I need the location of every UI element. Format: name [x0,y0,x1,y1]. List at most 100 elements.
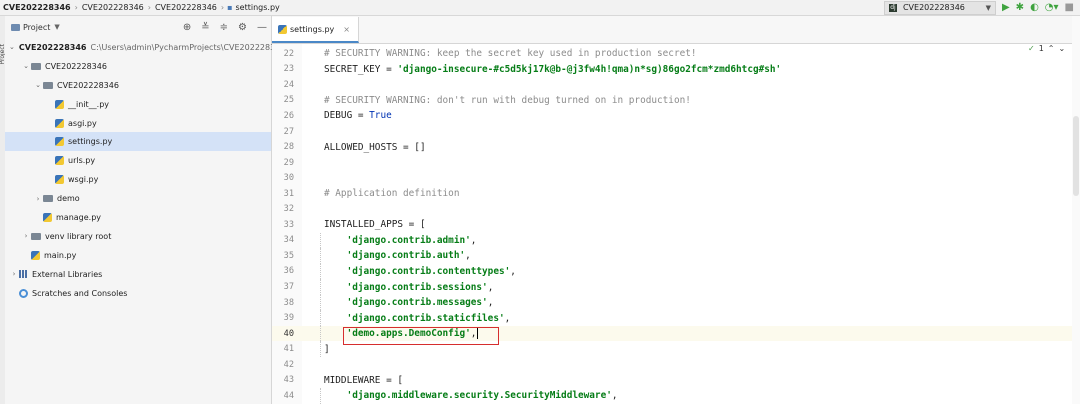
code-line[interactable]: 29 [272,155,1080,171]
chevron-down-icon[interactable]: ⌄ [9,43,15,51]
collapse-all-icon[interactable]: ≚ [201,22,209,33]
code-line[interactable]: 43 MIDDLEWARE = [ [272,373,1080,389]
minimize-icon[interactable]: — [257,22,267,33]
project-view-icon [11,23,20,31]
tree-item[interactable]: Scratches and Consoles [5,284,271,303]
expand-all-icon[interactable]: ≑ [220,22,228,33]
code-token: 'django.contrib.staticfiles' [346,312,505,324]
tree-item-label: __init__.py [68,99,110,109]
code-token: SECRET_KEY = [324,63,398,75]
indent-guide [320,310,321,326]
run-configuration-selector[interactable]: dj CVE202228346 ▼ [883,0,996,15]
python-file-icon [55,175,64,185]
line-number: 29 [283,157,294,168]
code-line[interactable]: 39 'django.contrib.staticfiles', [272,310,1080,326]
tree-item-label: settings.py [68,137,113,147]
python-file-icon [55,99,64,109]
tree-item[interactable]: __init__.py [5,95,271,114]
tree-item[interactable]: › venv library root [5,227,271,246]
tree-item[interactable]: ⌄ CVE202228346 [5,76,271,95]
code-line[interactable]: 33 INSTALLED_APPS = [ [272,217,1080,233]
chevron-right-icon: › [220,3,225,12]
code-line[interactable]: 25 # SECURITY WARNING: don't run with deb… [272,93,1080,109]
code-line[interactable]: 31 # Application definition [272,186,1080,202]
tree-item[interactable]: › External Libraries [5,265,271,284]
code-area[interactable]: ✓ 1 ⌃ ⌄ 22 # SECURITY WARNING: keep the s… [272,44,1080,404]
navigation-bar: CVE202228346 › CVE202228346 › CVE2022283… [0,0,1080,16]
chevron-down-icon[interactable]: ⌄ [21,62,31,70]
line-number: 22 [283,48,294,59]
locate-icon[interactable]: ⊕ [183,22,191,33]
debug-icon[interactable]: ✱ [1016,0,1024,16]
tab-settings[interactable]: settings.py × [272,17,359,43]
code-line[interactable]: 34 'django.contrib.admin', [272,232,1080,249]
code-line[interactable]: 24 [272,77,1080,93]
code-token: # Application definition [324,188,460,200]
code-line[interactable]: 36 'django.contrib.contenttypes', [272,263,1080,280]
chevron-right-icon[interactable]: › [33,195,43,203]
run-icon[interactable]: ▶ [1002,0,1010,16]
tree-item[interactable]: urls.py [5,151,271,170]
code-line[interactable]: 22 # SECURITY WARNING: keep the secret ke… [272,46,1080,62]
tree-item-label: venv library root [45,231,112,241]
scratches-icon [19,288,28,298]
code-token: INSTALLED_APPS = [ [324,219,426,231]
code-line[interactable]: 27 [272,124,1080,140]
gear-icon[interactable]: ⚙ [238,22,247,33]
code-line[interactable]: 32 [272,202,1080,218]
tree-item[interactable]: ⌄ CVE202228346 C:\Users\admin\PycharmProje… [5,38,285,57]
code-text: 'django.contrib.sessions', [324,282,494,293]
line-number: 37 [283,282,294,293]
code-line[interactable]: 35 'django.contrib.auth', [272,248,1080,264]
line-number: 23 [283,64,294,75]
code-token: # SECURITY WARNING: keep the secret key … [324,48,697,60]
chevron-right-icon[interactable]: › [9,270,19,278]
code-token: , [470,234,477,246]
code-line[interactable]: 42 [272,357,1080,373]
tree-item[interactable]: asgi.py [5,114,271,133]
code-line[interactable]: 23 SECRET_KEY = 'django-insecure-#c5d5kj1… [272,62,1080,78]
tree-item[interactable]: manage.py [5,208,271,227]
line-number: 38 [283,297,294,308]
project-view-title[interactable]: Project [23,23,50,32]
tree-item[interactable]: settings.py [5,132,271,152]
chevron-right-icon[interactable]: › [21,232,31,240]
code-token: 'django.contrib.contenttypes' [346,265,511,277]
code-line[interactable]: 44 'django.middleware.security.SecurityM… [272,388,1080,404]
code-line[interactable]: 28 ALLOWED_HOSTS = [] [272,139,1080,155]
indent-guide [320,325,321,342]
breadcrumb-item[interactable]: CVE202228346 [81,3,145,12]
tab-label: settings.py [290,24,335,34]
tree-item[interactable]: wsgi.py [5,170,271,189]
code-line[interactable]: 30 [272,170,1080,186]
highlight-annotation-box [343,327,499,345]
line-number: 36 [283,266,294,277]
tree-item[interactable]: › demo [5,189,271,208]
coverage-icon[interactable]: ◐ [1030,0,1039,16]
code-token: ALLOWED_HOSTS = [] [324,141,426,153]
breadcrumb-item[interactable]: CVE202228346 [2,3,72,12]
code-line[interactable]: 37 'django.contrib.sessions', [272,279,1080,295]
tree-item[interactable]: ⌄ CVE202228346 [5,57,271,76]
code-token: 'django.contrib.admin' [346,234,471,246]
code-text: SECRET_KEY = 'django-insecure-#c5d5kj17k… [324,64,781,75]
scrollbar-thumb[interactable] [1073,116,1079,196]
breadcrumb-item[interactable]: settings.py [235,3,281,12]
profile-icon[interactable]: ◔▾ [1045,0,1059,16]
tree-item[interactable]: main.py [5,246,271,265]
close-icon[interactable]: × [343,25,350,34]
python-file-icon [55,137,64,147]
indent-guide [320,294,321,311]
chevron-down-icon[interactable]: ⌄ [33,81,43,89]
stop-icon[interactable]: ■ [1065,0,1074,16]
tree-item-label: CVE202228346 [57,80,119,90]
chevron-down-icon[interactable]: ▼ [54,23,59,31]
line-number: 39 [283,313,294,324]
breadcrumb-item[interactable]: CVE202228346 [154,3,218,12]
line-number: 32 [283,204,294,215]
vertical-scrollbar[interactable] [1072,16,1080,404]
code-line[interactable]: 26 DEBUG = True [272,108,1080,124]
code-line[interactable]: 38 'django.contrib.messages', [272,294,1080,311]
folder-icon [43,195,53,203]
